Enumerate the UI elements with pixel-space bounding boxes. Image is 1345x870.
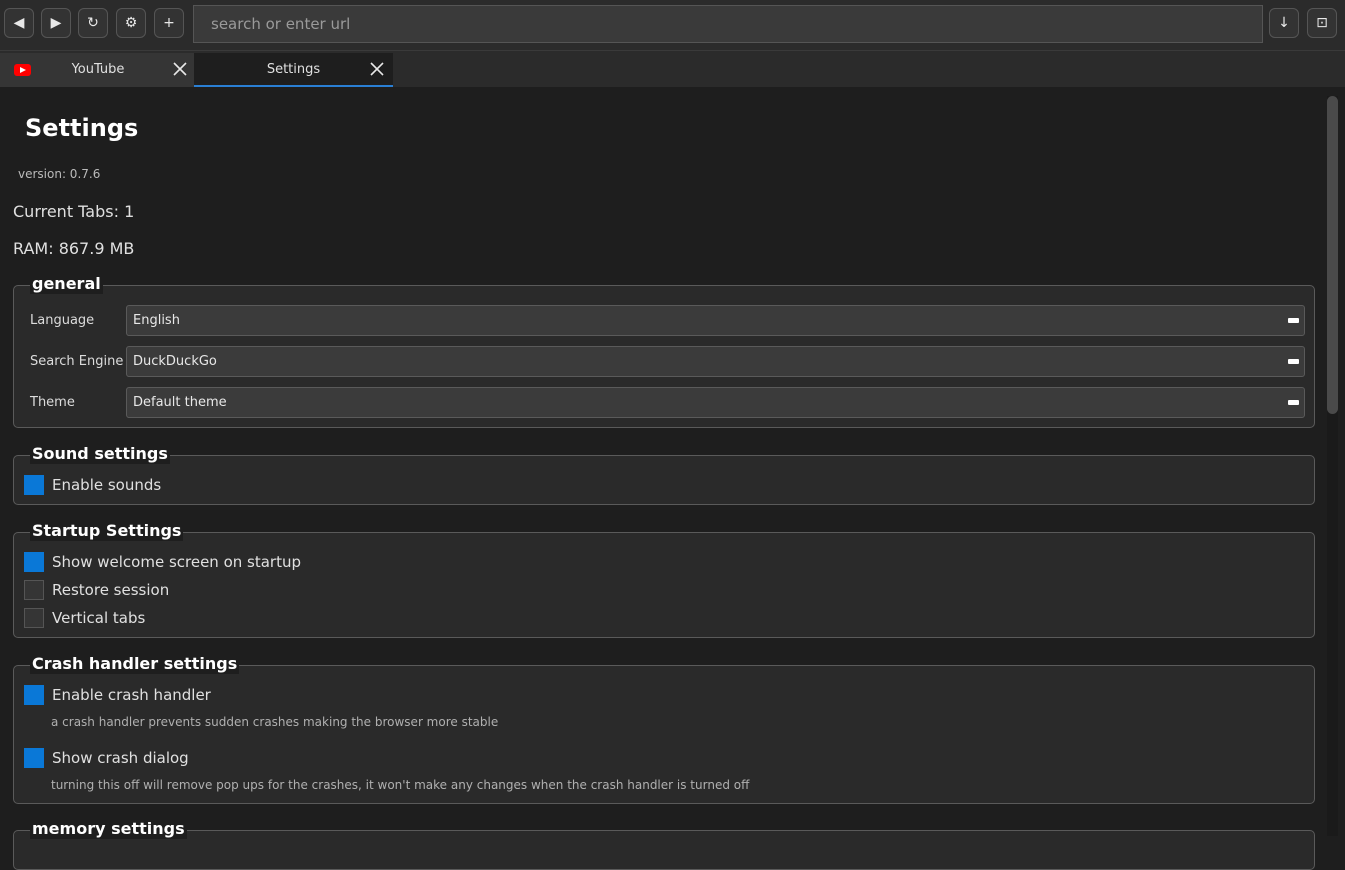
- group-title: Sound settings: [30, 444, 170, 464]
- checkbox-label: Enable crash handler: [52, 686, 211, 704]
- group-title: Startup Settings: [30, 521, 184, 541]
- dropdown-icon: [1288, 359, 1299, 364]
- back-icon: ◀: [13, 15, 25, 31]
- dropdown-icon: [1288, 318, 1299, 323]
- dropdown-icon: [1288, 400, 1299, 405]
- url-input[interactable]: search or enter url: [193, 5, 1263, 43]
- crash-dialog-hint: turning this off will remove pop ups for…: [51, 778, 750, 792]
- youtube-icon: [14, 64, 31, 76]
- page-title: Settings: [25, 114, 139, 142]
- enable-sounds-checkbox[interactable]: [24, 475, 44, 495]
- language-row: Language English: [14, 305, 1314, 336]
- current-tabs-text: Current Tabs: 1: [13, 202, 135, 221]
- search-engine-label: Search Engine: [30, 354, 124, 369]
- select-value: English: [133, 313, 180, 328]
- reload-icon: ↻: [87, 15, 99, 31]
- search-engine-row: Search Engine DuckDuckGo: [14, 346, 1314, 377]
- group-title: Crash handler settings: [30, 654, 240, 674]
- version-text: version: 0.7.6: [18, 167, 101, 181]
- welcome-screen-option[interactable]: Show welcome screen on startup: [24, 552, 301, 572]
- forward-icon: ▶: [50, 15, 62, 31]
- checkbox-label: Enable sounds: [52, 476, 162, 494]
- settings-page: Settings version: 0.7.6 Current Tabs: 1 …: [0, 87, 1345, 870]
- enable-sounds-option[interactable]: Enable sounds: [24, 475, 161, 495]
- vertical-tabs-option[interactable]: Vertical tabs: [24, 608, 145, 628]
- select-value: Default theme: [133, 395, 227, 410]
- window-button[interactable]: ⊡: [1307, 8, 1337, 38]
- sound-group: Sound settings Enable sounds: [13, 444, 1315, 505]
- crash-handler-group: Crash handler settings Enable crash hand…: [13, 654, 1315, 804]
- checkbox-label: Restore session: [52, 581, 170, 599]
- enable-crash-handler-option[interactable]: Enable crash handler: [24, 685, 211, 705]
- memory-group: memory settings: [13, 819, 1315, 870]
- settings-button[interactable]: ⚙: [116, 8, 146, 38]
- search-engine-select[interactable]: DuckDuckGo: [126, 346, 1305, 377]
- theme-select[interactable]: Default theme: [126, 387, 1305, 418]
- select-value: DuckDuckGo: [133, 354, 217, 369]
- checkbox-label: Show crash dialog: [52, 749, 189, 767]
- window-icon: ⊡: [1316, 15, 1328, 31]
- close-icon[interactable]: [170, 59, 190, 79]
- language-label: Language: [30, 313, 95, 328]
- group-title: general: [30, 274, 103, 294]
- restore-session-option[interactable]: Restore session: [24, 580, 169, 600]
- theme-row: Theme Default theme: [14, 387, 1314, 418]
- reload-button[interactable]: ↻: [78, 8, 108, 38]
- ram-text: RAM: 867.9 MB: [13, 239, 135, 258]
- checkbox-label: Show welcome screen on startup: [52, 553, 301, 571]
- group-title: memory settings: [30, 819, 187, 839]
- language-select[interactable]: English: [126, 305, 1305, 336]
- close-icon[interactable]: [367, 59, 387, 79]
- startup-group: Startup Settings Show welcome screen on …: [13, 521, 1315, 638]
- vertical-tabs-checkbox[interactable]: [24, 608, 44, 628]
- downloads-button[interactable]: ↓: [1269, 8, 1299, 38]
- gear-icon: ⚙: [124, 15, 138, 31]
- welcome-screen-checkbox[interactable]: [24, 552, 44, 572]
- show-crash-dialog-checkbox[interactable]: [24, 748, 44, 768]
- plus-icon: +: [163, 15, 175, 31]
- general-group: general Language English Search Engine D…: [13, 274, 1315, 428]
- scrollbar-thumb[interactable]: [1327, 96, 1338, 414]
- enable-crash-handler-checkbox[interactable]: [24, 685, 44, 705]
- back-button[interactable]: ◀: [4, 8, 34, 38]
- tab-bar: YouTube Settings: [0, 50, 1345, 87]
- new-tab-button[interactable]: +: [154, 8, 184, 38]
- tab-label: Settings: [266, 62, 321, 77]
- show-crash-dialog-option[interactable]: Show crash dialog: [24, 748, 189, 768]
- tab-youtube[interactable]: YouTube: [0, 53, 196, 87]
- url-placeholder: search or enter url: [211, 15, 351, 33]
- download-icon: ↓: [1278, 15, 1290, 31]
- checkbox-label: Vertical tabs: [52, 609, 146, 627]
- toolbar: ◀ ▶ ↻ ⚙ + search or enter url ↓ ⊡: [0, 0, 1345, 50]
- restore-session-checkbox[interactable]: [24, 580, 44, 600]
- tab-settings[interactable]: Settings: [194, 53, 393, 87]
- forward-button[interactable]: ▶: [41, 8, 71, 38]
- crash-handler-hint: a crash handler prevents sudden crashes …: [51, 715, 499, 729]
- theme-label: Theme: [30, 395, 75, 410]
